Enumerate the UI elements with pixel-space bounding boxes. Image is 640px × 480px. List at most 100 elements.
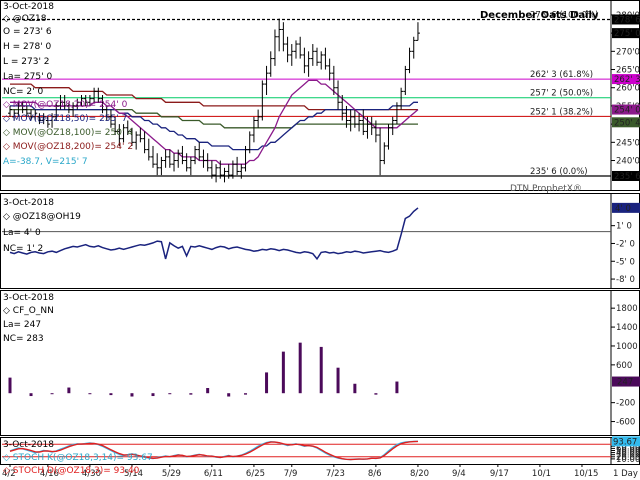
price-bar-60 — [260, 80, 265, 121]
cot-bar-8 — [168, 393, 172, 395]
fib-label-4: 235' 6 (0.0%) — [530, 167, 588, 177]
price-last: La= 275' 0 — [3, 72, 53, 82]
interval-label: 1 Day — [613, 469, 638, 479]
stoch-value-tag: 93.67 — [613, 437, 637, 447]
price-bar-94 — [403, 65, 408, 95]
price-bar-75 — [323, 47, 328, 70]
price-bar-38 — [167, 149, 172, 168]
cot-bar-3 — [67, 387, 71, 394]
price-bar-64 — [277, 18, 282, 52]
spread-last: La= 4' 0 — [3, 228, 41, 238]
price-bar-69 — [298, 36, 303, 59]
x-tick-label-6: 6/25 — [246, 469, 265, 479]
sma100-legend: ◇ MOV(@OZ18,100)= 250' 4 — [3, 128, 134, 138]
price-ytick-label-3: 265'0 — [616, 66, 640, 76]
cot-bar-9 — [189, 393, 193, 395]
price-ytick-label-8: 240'0 — [616, 157, 640, 167]
price-bar-70 — [302, 47, 307, 74]
cot-bar-20 — [395, 381, 399, 394]
price-bar-63 — [272, 29, 277, 66]
price-bar-58 — [251, 116, 256, 143]
price-value-tag-4: 250' 4 — [614, 118, 640, 128]
price-net-change: NC= 2' 0 — [3, 87, 44, 97]
spread-ytick-label-0: 1' 0 — [616, 222, 632, 232]
price-ytick-label-4: 260'0 — [616, 84, 640, 94]
x-tick-label-7: 7/9 — [284, 469, 298, 479]
stoch-d-legend: ◇ STOCH D(@OZ18,3)= 93.40 — [3, 466, 140, 476]
price-bar-73 — [315, 47, 320, 66]
cot-bar-0 — [8, 377, 12, 394]
cot-ytick-label-1: 1400 — [616, 323, 638, 333]
spread-net-change: NC= 1' 2 — [3, 244, 44, 254]
cot-bar-1 — [29, 393, 33, 397]
price-bar-66 — [285, 36, 290, 63]
price-bar-36 — [159, 156, 164, 176]
price-bar-32 — [142, 131, 147, 154]
price-bar-74 — [319, 51, 324, 70]
price-bar-43 — [188, 156, 193, 176]
price-date-label: 3-Oct-2018 — [3, 2, 54, 12]
sma20-legend: ◇ MOV(@OZ18,20)= 254' 0 — [3, 100, 128, 110]
dtn-watermark: DTN ProphetX® — [510, 184, 582, 194]
x-tick-label-14: 10/15 — [574, 469, 599, 479]
x-tick-label-4: 5/29 — [162, 469, 181, 479]
price-bar-82 — [352, 109, 357, 128]
cot-ytick-label-3: 600 — [616, 361, 632, 371]
spread-ytick-label-2: -5' 0 — [616, 257, 635, 267]
price-bar-72 — [310, 44, 315, 66]
price-bar-81 — [348, 109, 353, 132]
price-value-tag-0: 278' 6 — [614, 15, 640, 25]
stoch-ytick-label-6: 10.00 — [616, 455, 640, 465]
cot-bar-12 — [244, 393, 248, 395]
cot-bar-15 — [298, 342, 302, 394]
cot-bar-7 — [151, 393, 155, 397]
cot-ytick-label-2: 1000 — [616, 342, 638, 352]
price-symbol: ◇ @OZ18 — [3, 14, 47, 24]
price-value-tag-3: 254' 0 — [614, 106, 640, 116]
price-bar-62 — [268, 51, 273, 77]
price-bar-46 — [201, 149, 206, 168]
price-bar-89 — [382, 142, 387, 165]
price-value-tag-5: 235' 6 — [614, 172, 640, 182]
price-bar-30 — [134, 131, 139, 150]
spread-date-label: 3-Oct-2018 — [3, 198, 54, 208]
price-bar-61 — [264, 65, 269, 95]
price-bar-35 — [155, 153, 160, 176]
price-bar-39 — [172, 153, 177, 172]
price-bar-68 — [293, 40, 298, 59]
price-bar-91 — [390, 116, 395, 136]
spread-value-tag: 4' 0 — [615, 204, 631, 214]
price-bar-34 — [150, 145, 155, 168]
cot-value-tag: 247 — [617, 378, 633, 388]
x-tick-label-13: 10/1 — [532, 469, 551, 479]
price-bar-37 — [163, 149, 168, 168]
price-bar-42 — [184, 153, 189, 172]
cot-legend: ◇ CF_O_NN — [3, 306, 54, 316]
spread-legend: ◇ @OZ18@OH19 — [3, 212, 81, 222]
price-bar-67 — [289, 44, 294, 66]
cot-bar-5 — [109, 393, 113, 396]
price-ytick-label-7: 245'0 — [616, 138, 640, 148]
fib-label-2: 257' 2 (50.0%) — [530, 89, 593, 99]
x-tick-label-8: 7/23 — [326, 469, 345, 479]
x-tick-label-5: 6/11 — [204, 469, 223, 479]
price-open: O = 273' 6 — [3, 27, 52, 37]
price-bar-96 — [411, 36, 416, 59]
cot-bar-16 — [319, 346, 323, 394]
price-bar-45 — [197, 142, 202, 161]
cot-bar-4 — [88, 393, 92, 395]
cot-date-label: 3-Oct-2018 — [3, 293, 54, 303]
price-bar-95 — [407, 47, 412, 74]
price-ytick-label-2: 270'0 — [616, 47, 640, 57]
chart-window: 280'0275'0270'0265'0260'0255'0250'0245'0… — [0, 0, 640, 480]
price-bar-59 — [256, 109, 261, 128]
price-bar-71 — [306, 51, 311, 77]
price-bar-97 — [415, 22, 420, 41]
price-bar-76 — [327, 58, 332, 81]
price-value-tag-2: 262' 3 — [614, 75, 640, 85]
spread-ytick-label-1: -2' 0 — [616, 239, 635, 249]
price-low: L = 273' 2 — [3, 57, 50, 67]
x-tick-label-9: 8/6 — [368, 469, 382, 479]
cot-bar-6 — [130, 393, 134, 397]
price-high: H = 278' 0 — [3, 42, 52, 52]
